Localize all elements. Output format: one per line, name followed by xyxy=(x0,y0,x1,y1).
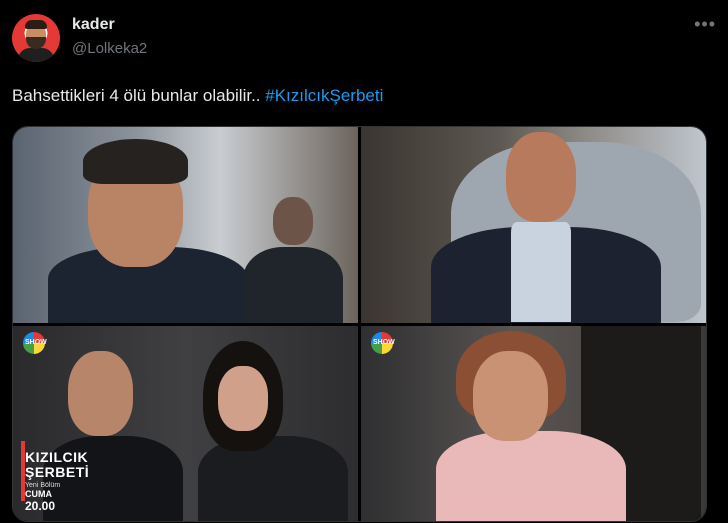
media-grid: SHOW KIZILCIK ŞERBETİ Yeni Bölüm CUMA 20… xyxy=(12,126,707,522)
media-image-3[interactable]: SHOW KIZILCIK ŞERBETİ Yeni Bölüm CUMA 20… xyxy=(13,325,358,521)
media-image-4[interactable]: SHOW xyxy=(361,325,706,521)
woman-head xyxy=(218,365,268,431)
tweet-body: Bahsettikleri 4 ölü bunlar olabilir.. xyxy=(12,86,266,105)
author-name[interactable]: kader xyxy=(72,16,115,34)
avatar-hair-shape xyxy=(25,20,47,29)
man-head xyxy=(68,350,133,436)
woman-torso xyxy=(198,435,348,521)
channel-logo-text: SHOW xyxy=(373,338,395,346)
channel-logo-text: SHOW xyxy=(25,338,47,346)
media-image-1[interactable] xyxy=(13,127,358,323)
person-torso xyxy=(436,430,626,521)
promo-subtitle: Yeni Bölüm xyxy=(25,482,61,489)
promo-overlay: KIZILCIK ŞERBETİ Yeni Bölüm CUMA 20.00 xyxy=(25,449,90,514)
background-person-torso xyxy=(243,247,343,323)
person-hair xyxy=(83,139,188,184)
promo-day: CUMA xyxy=(25,489,52,499)
promo-title-line1: KIZILCIK xyxy=(25,449,89,465)
avatar[interactable] xyxy=(12,14,60,62)
media-image-2[interactable] xyxy=(361,127,706,323)
shirt xyxy=(511,222,571,322)
more-horizontal-icon[interactable]: ••• xyxy=(694,14,716,35)
promo-title-line2: ŞERBETİ xyxy=(25,464,90,480)
promo-time: 20.00 xyxy=(25,499,56,513)
person-head xyxy=(473,350,548,441)
person-head xyxy=(506,132,576,222)
avatar-body-shape xyxy=(18,48,54,62)
tweet-text: Bahsettikleri 4 ölü bunlar olabilir.. #K… xyxy=(12,86,383,106)
background-person xyxy=(273,197,313,245)
tweet: kader @Lolkeka2 ••• Bahsettikleri 4 ölü … xyxy=(0,0,728,523)
author-handle[interactable]: @Lolkeka2 xyxy=(72,40,147,57)
hashtag-link[interactable]: #KızılcıkŞerbeti xyxy=(265,86,383,105)
